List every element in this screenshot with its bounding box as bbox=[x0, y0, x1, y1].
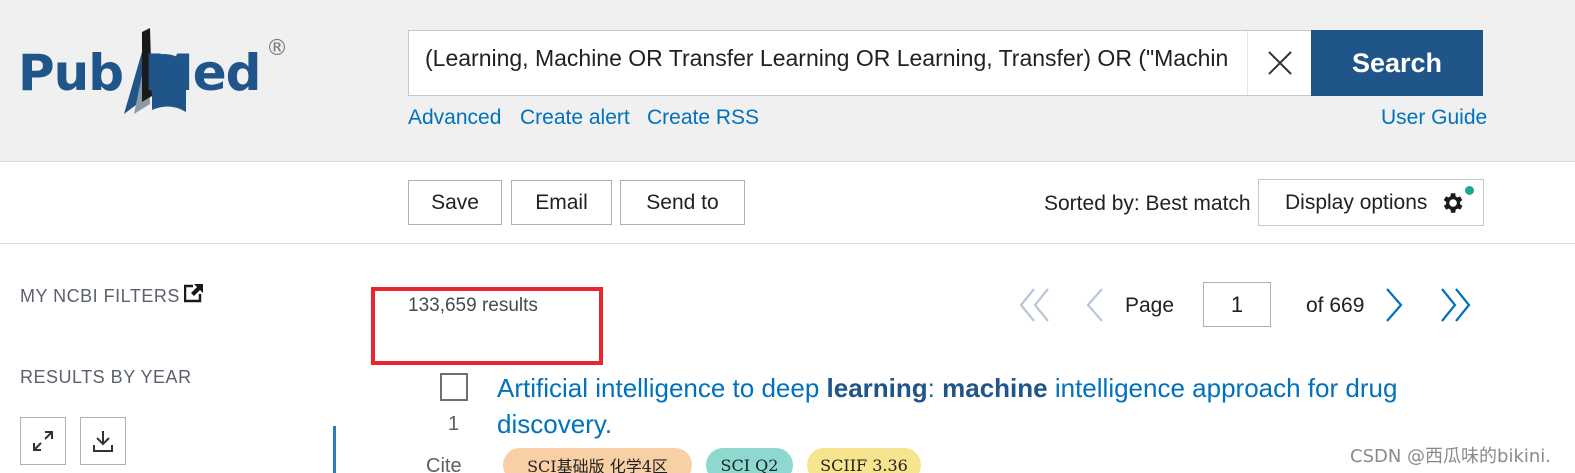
cite-button[interactable]: Cite bbox=[426, 455, 462, 473]
expand-icon bbox=[33, 431, 53, 451]
create-alert-link[interactable]: Create alert bbox=[520, 106, 630, 130]
logo-pub-text: Pub bbox=[18, 44, 124, 102]
first-page-icon[interactable] bbox=[1018, 287, 1052, 323]
close-icon bbox=[1267, 51, 1292, 75]
results-toolbar: Save Email Send to Sorted by: Best match… bbox=[0, 162, 1575, 244]
page-label: Page bbox=[1125, 294, 1175, 317]
gear-icon bbox=[1443, 193, 1463, 213]
download-icon bbox=[93, 431, 113, 452]
search-bar: (Learning, Machine OR Transfer Learning … bbox=[408, 30, 1311, 96]
result-select-checkbox[interactable] bbox=[440, 373, 468, 401]
create-rss-link[interactable]: Create RSS bbox=[647, 106, 759, 130]
sort-label[interactable]: Sorted by: Best match bbox=[1044, 192, 1251, 216]
last-page-icon[interactable] bbox=[1438, 287, 1472, 323]
save-button[interactable]: Save bbox=[408, 180, 502, 225]
expand-chart-button[interactable] bbox=[20, 417, 66, 465]
results-by-year-label: RESULTS BY YEAR bbox=[20, 367, 192, 387]
highlight-annotation-box bbox=[371, 287, 603, 365]
search-input[interactable]: (Learning, Machine OR Transfer Learning … bbox=[425, 45, 1241, 83]
journal-rank-tag: SCI基础版 化学4区 bbox=[503, 448, 692, 473]
year-chart-bar bbox=[333, 426, 336, 473]
registered-mark: ® bbox=[266, 36, 288, 61]
my-ncbi-filters-label: MY NCBI FILTERS bbox=[20, 286, 180, 306]
result-title-link[interactable]: Artificial intelligence to deep learning… bbox=[497, 370, 1457, 442]
header-bar: Pub Med ® (Learning, Machine OR Transfer… bbox=[0, 0, 1575, 162]
next-page-icon[interactable] bbox=[1383, 287, 1405, 323]
clear-search-button[interactable] bbox=[1247, 31, 1311, 95]
advanced-link[interactable]: Advanced bbox=[408, 106, 501, 130]
page-number-input[interactable]: 1 bbox=[1203, 282, 1271, 327]
display-options-button[interactable]: Display options bbox=[1258, 179, 1484, 226]
title-highlight: machine bbox=[942, 373, 1048, 403]
title-highlight: learning bbox=[826, 373, 928, 403]
status-dot bbox=[1465, 186, 1474, 195]
logo-med-text: Med bbox=[144, 44, 261, 102]
watermark-text: CSDN @西瓜味的bikini. bbox=[1350, 446, 1552, 467]
page-total: of 669 bbox=[1306, 294, 1365, 317]
user-guide-link[interactable]: User Guide bbox=[1381, 106, 1487, 130]
search-button[interactable]: Search bbox=[1311, 30, 1483, 96]
external-link-icon[interactable] bbox=[184, 283, 204, 303]
title-text: Artificial intelligence to deep bbox=[497, 373, 827, 403]
send-to-button[interactable]: Send to bbox=[620, 180, 745, 225]
title-text: : bbox=[927, 373, 943, 403]
journal-quartile-tag: SCI Q2 bbox=[706, 448, 793, 473]
previous-page-icon[interactable] bbox=[1084, 287, 1106, 323]
result-number: 1 bbox=[448, 413, 460, 435]
impact-factor-tag: SCIIF 3.36 bbox=[807, 448, 921, 473]
pubmed-logo[interactable]: Pub Med ® bbox=[18, 26, 293, 118]
download-chart-button[interactable] bbox=[80, 417, 126, 465]
email-button[interactable]: Email bbox=[511, 180, 612, 225]
display-options-label: Display options bbox=[1285, 190, 1428, 214]
